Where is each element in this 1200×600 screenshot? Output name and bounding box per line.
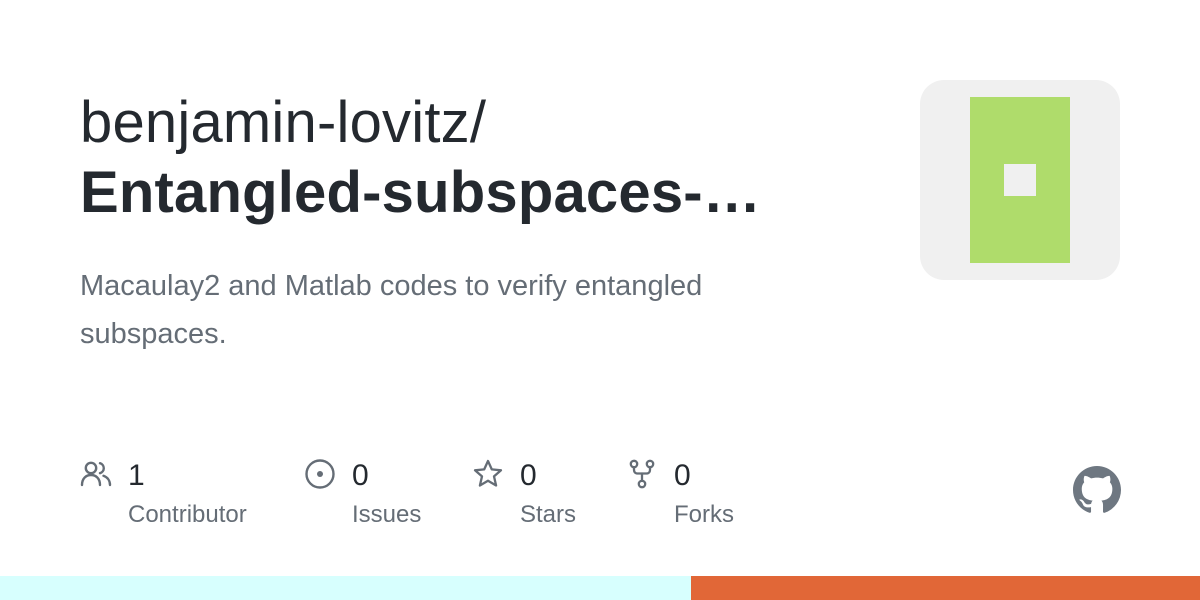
repo-description: Macaulay2 and Matlab codes to verify ent… <box>80 270 703 350</box>
contributors-count: 1 <box>128 459 145 492</box>
issues-label: Issues <box>352 501 422 528</box>
language-segment <box>0 576 692 600</box>
identicon-center <box>1004 164 1036 196</box>
people-icon <box>80 461 112 487</box>
repo-owner[interactable]: benjamin-lovitz/ <box>80 88 860 158</box>
owner-avatar[interactable] <box>920 80 1120 280</box>
language-segment <box>691 576 1200 600</box>
social-preview-card: benjamin-lovitz/ Entangled-subspaces-… M… <box>0 0 1200 600</box>
issue-opened-icon <box>305 459 335 489</box>
repo-forked-icon <box>629 459 655 489</box>
stars-label: Stars <box>520 501 577 528</box>
issues-count: 0 <box>352 459 369 492</box>
contributors-label: Contributor <box>128 501 247 528</box>
identicon-icon <box>970 97 1070 263</box>
repo-stats: 1 Contributor 0 Issues 0 Stars 0 Forks <box>80 452 880 542</box>
forks-count: 0 <box>674 459 691 492</box>
repo-name[interactable]: Entangled-subspaces-… <box>80 158 860 228</box>
repo-title[interactable]: benjamin-lovitz/ Entangled-subspaces-… <box>80 88 860 228</box>
forks-label: Forks <box>674 501 734 528</box>
star-icon <box>473 459 503 487</box>
github-mark-icon[interactable] <box>1073 466 1121 514</box>
language-bar <box>0 576 1200 600</box>
stars-count: 0 <box>520 459 537 492</box>
